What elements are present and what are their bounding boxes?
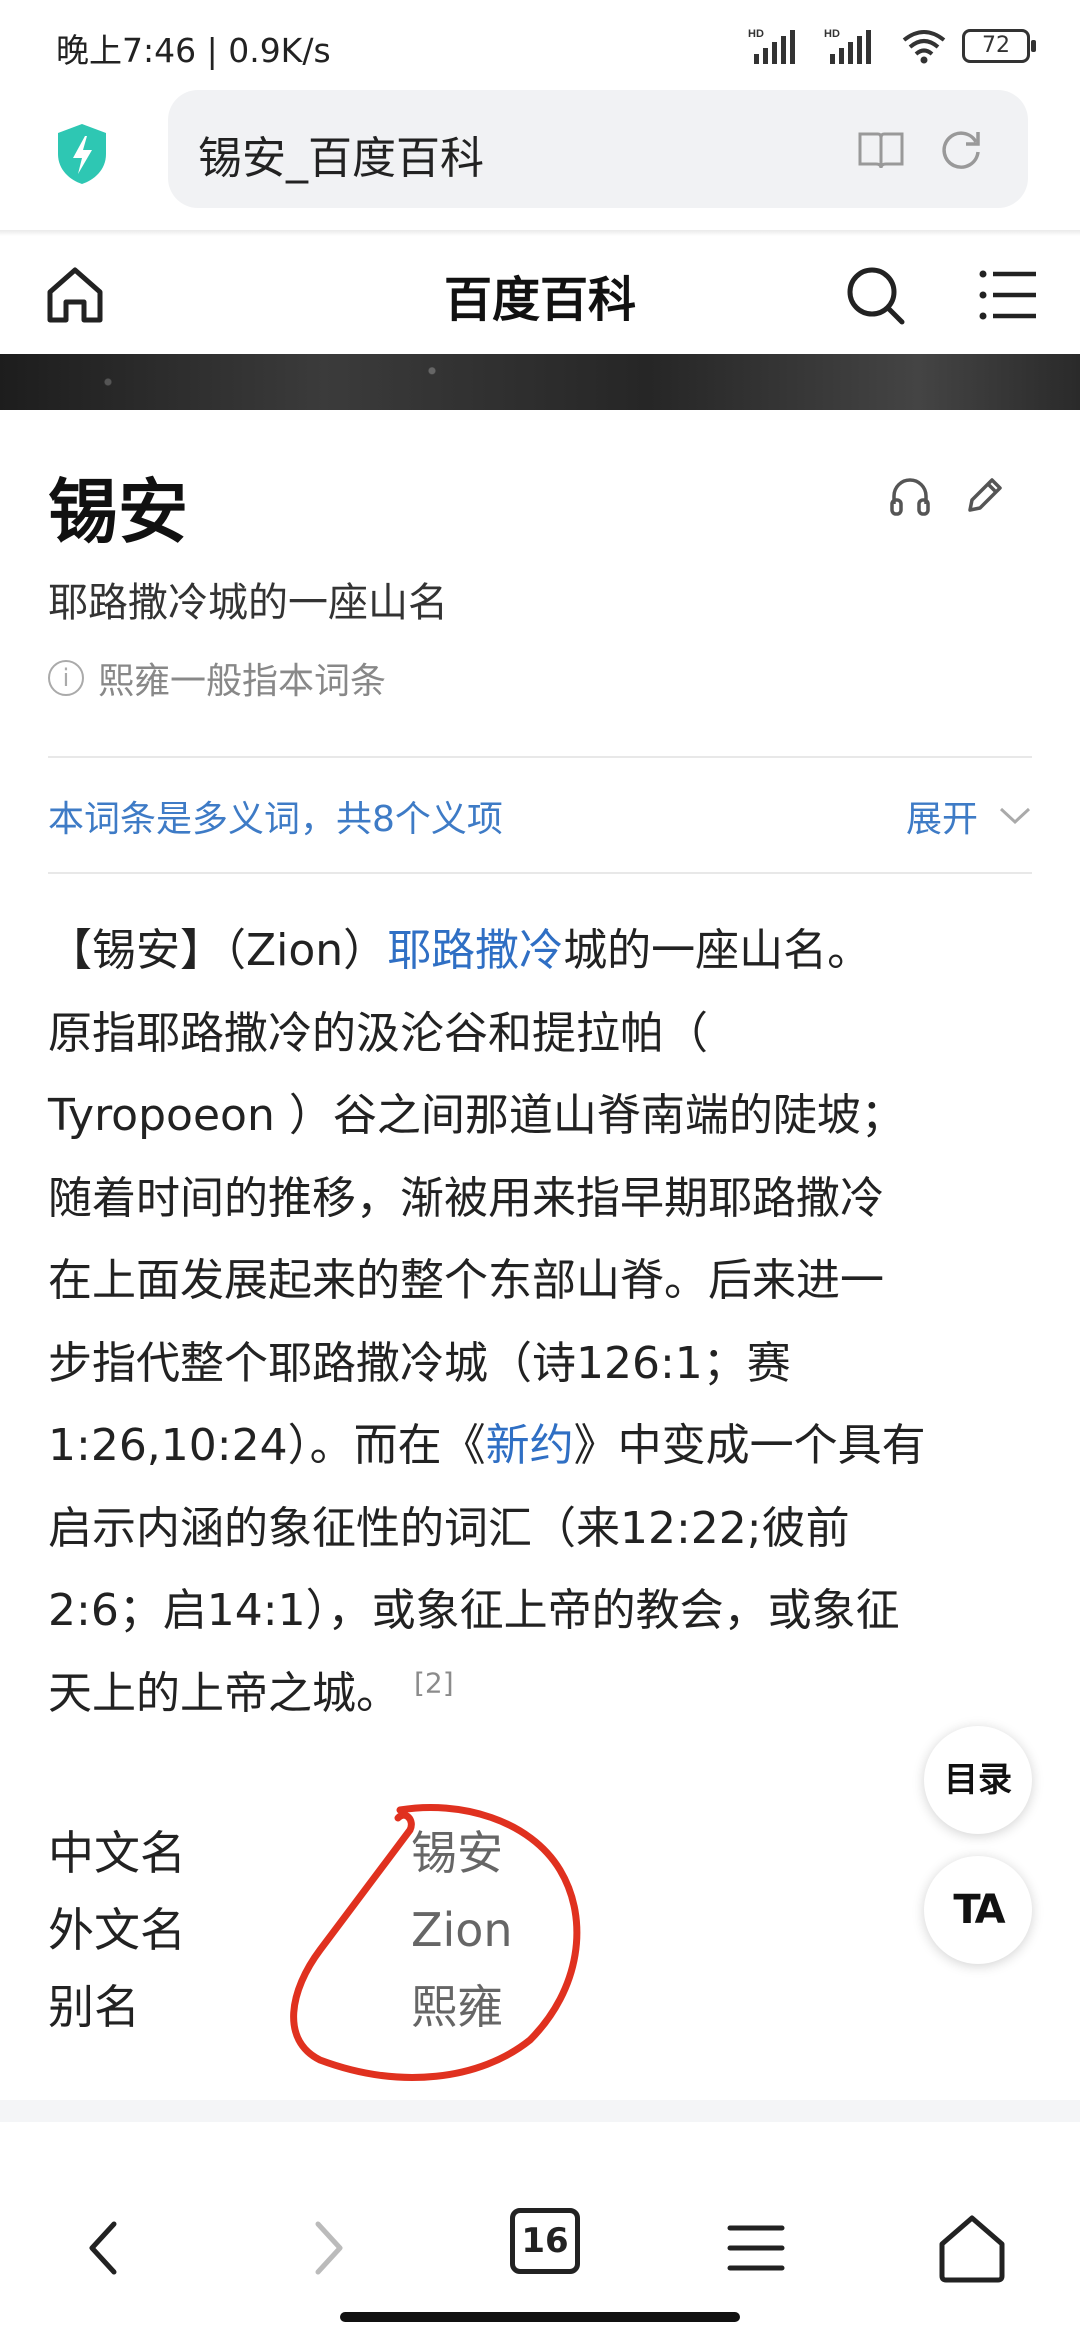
menu-icon[interactable] — [716, 2208, 796, 2288]
back-icon[interactable] — [66, 2208, 146, 2288]
expand-label: 展开 — [905, 799, 978, 840]
svg-text:HD: HD — [824, 28, 840, 40]
paragraph-line: Tyropoeon ）谷之间那道山脊南端的陡坡； — [48, 1090, 905, 1141]
paragraph-line: 步指代整个耶路撒冷城（诗126:1；赛 — [48, 1337, 791, 1389]
paragraph-line: 【锡安】（Zion）耶路撒冷城的一座山名。 — [48, 910, 1038, 993]
paragraph-line: 2:6；启14:1），或象征上帝的教会，或象征 — [48, 1585, 900, 1636]
header-image-strip — [0, 354, 1080, 410]
address-bar[interactable]: 锡安_百度百科 — [168, 90, 1028, 208]
headphones-icon[interactable] — [888, 474, 932, 518]
signal-hd-icon: HD — [824, 28, 871, 64]
home-indicator[interactable] — [340, 2312, 740, 2322]
browser-toolbar: 锡安_百度百科 — [0, 90, 1080, 230]
polysemy-notice[interactable]: 本词条是多义词，共8个义项 — [48, 790, 503, 842]
text-run: 城的一座山名。 — [563, 925, 872, 976]
expand-button[interactable]: 展开 — [906, 790, 1032, 842]
summary-paragraph: 【锡安】（Zion）耶路撒冷城的一座山名。 原指耶路撒冷的汲沦谷和提拉帕（ Ty… — [48, 910, 1038, 1735]
paragraph-line: 随着时间的推移，渐被用来指早期耶路撒冷 — [48, 1172, 884, 1224]
home-icon[interactable] — [932, 2208, 1012, 2288]
refresh-icon[interactable] — [936, 124, 986, 174]
bottom-navigation: 16 — [0, 2122, 1080, 2340]
info-icon: i — [48, 660, 84, 696]
paragraph-line: 启示内涵的象征性的词汇（来12:22;彼前 — [48, 1502, 850, 1554]
text-run: 天上的上帝之城。 — [48, 1667, 400, 1719]
redirect-note-text: 熙雍一般指本词条 — [98, 661, 387, 702]
paragraph-line: 在上面发展起来的整个东部山脊。后来进一 — [48, 1255, 884, 1306]
red-circle-annotation — [290, 1804, 581, 2081]
text-run: 1:26,10:24）。而在《 — [48, 1420, 486, 1471]
paragraph-line: 天上的上帝之城。 [2] — [48, 1653, 1038, 1736]
paragraph-line: 1:26,10:24）。而在《新约》中变成一个具有 — [48, 1405, 1038, 1488]
battery-icon: 72 — [962, 29, 1036, 63]
reference-link[interactable]: [2] — [414, 1666, 454, 1699]
entry-subtitle: 耶路撒冷城的一座山名 — [48, 580, 448, 626]
baike-header: 百度百科 — [0, 236, 1080, 354]
shield-icon[interactable] — [54, 122, 110, 186]
text-run: 【锡安】（Zion） — [48, 925, 388, 976]
divider — [48, 756, 1032, 758]
forward-icon[interactable] — [286, 2208, 366, 2288]
chevron-down-icon — [999, 807, 1031, 825]
entry-title: 锡安 — [48, 471, 188, 553]
status-bar: 晚上7:46 | 0.9K/s HD HD 72 — [0, 0, 1080, 90]
font-size-button[interactable]: TA — [924, 1856, 1032, 1964]
toc-button[interactable]: 目录 — [924, 1726, 1032, 1834]
redirect-note: i 熙雍一般指本词条 — [48, 652, 386, 704]
baike-title: 百度百科 — [443, 272, 636, 328]
status-icons: HD HD 72 — [748, 26, 1036, 66]
search-icon[interactable] — [844, 264, 906, 326]
divider — [48, 872, 1032, 874]
section-gap — [0, 2100, 1080, 2122]
text-run: 》中变成一个具有 — [573, 1420, 926, 1471]
link-jerusalem[interactable]: 耶路撒冷 — [387, 925, 563, 976]
paragraph-line: 原指耶路撒冷的汲沦谷和提拉帕（ — [48, 1007, 708, 1059]
menu-icon[interactable] — [978, 264, 1040, 326]
reader-mode-icon[interactable] — [856, 124, 906, 174]
edit-icon[interactable] — [962, 474, 1006, 518]
status-time-speed: 晚上7:46 | 0.9K/s — [56, 31, 331, 70]
page-title-in-address-bar: 锡安_百度百科 — [198, 133, 484, 184]
signal-hd-icon: HD — [748, 28, 795, 64]
link-new-testament[interactable]: 新约 — [486, 1420, 574, 1471]
svg-text:HD: HD — [748, 28, 764, 40]
tabs-button[interactable]: 16 — [510, 2208, 580, 2274]
wifi-icon — [902, 30, 946, 64]
